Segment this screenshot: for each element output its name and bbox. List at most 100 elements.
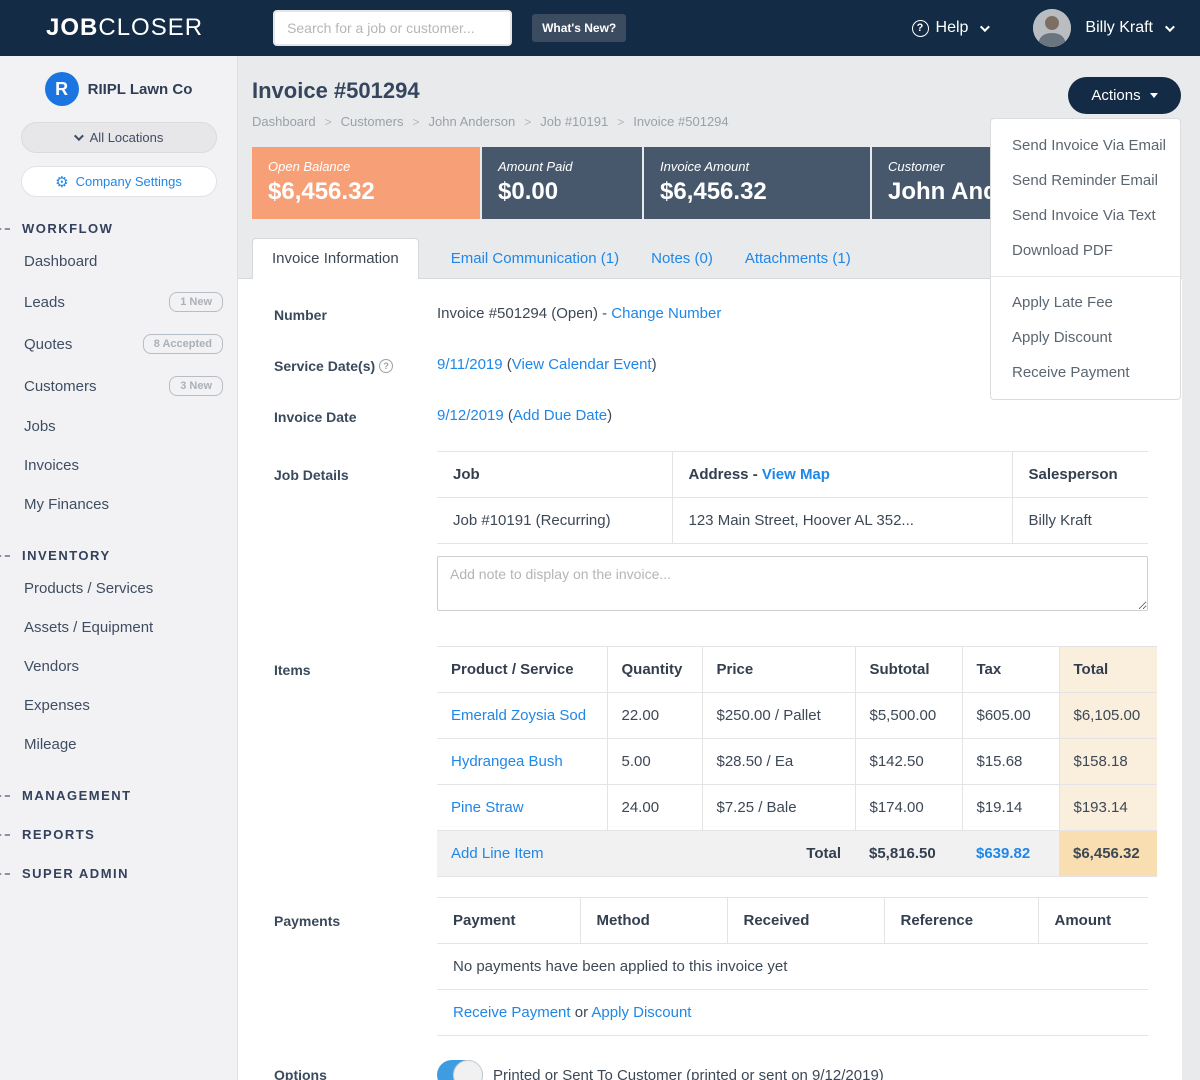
payments-section: Payments Payment Method Received Referen… xyxy=(274,897,1182,1036)
table-row: No payments have been applied to this in… xyxy=(437,944,1148,990)
breadcrumb-separator: > xyxy=(524,115,531,129)
total-cell: $158.18 xyxy=(1059,739,1157,785)
printed-sent-label: Printed or Sent To Customer (printed or … xyxy=(493,1067,884,1080)
items-section: Items Product / Service Quantity Price S… xyxy=(274,646,1182,877)
job-column-header: Job xyxy=(437,452,672,498)
sidebar-item-label: Quotes xyxy=(24,336,72,353)
breadcrumb-john-anderson[interactable]: John Anderson xyxy=(429,114,516,129)
chevron-down-icon[interactable] xyxy=(1165,22,1175,32)
printed-sent-toggle[interactable] xyxy=(437,1060,483,1080)
search-input[interactable] xyxy=(273,10,512,46)
menu-item-apply-discount[interactable]: Apply Discount xyxy=(991,320,1180,355)
menu-divider xyxy=(991,276,1180,277)
actions-dropdown-menu: Send Invoice Via Email Send Reminder Ema… xyxy=(990,118,1181,400)
company-header: R RIIPL Lawn Co xyxy=(0,72,237,106)
section-label: SUPER ADMIN xyxy=(22,866,129,881)
table-row: Job #10191 (Recurring) 123 Main Street, … xyxy=(437,498,1148,544)
sidebar-item-products-services[interactable]: Products / Services xyxy=(0,569,237,608)
invoice-date-row: Invoice Date 9/12/2019 (Add Due Date) xyxy=(274,407,1182,425)
tax-header: Tax xyxy=(962,647,1059,693)
add-line-item-link[interactable]: Add Line Item xyxy=(451,845,544,862)
payment-header: Payment xyxy=(437,898,580,944)
tab-invoice-information[interactable]: Invoice Information xyxy=(252,238,419,279)
section-label: WORKFLOW xyxy=(22,221,113,236)
sidebar-item-my-finances[interactable]: My Finances xyxy=(0,485,237,524)
sidebar-section-workflow[interactable]: WORKFLOW xyxy=(0,221,237,236)
sidebar-section-management[interactable]: MANAGEMENT xyxy=(0,788,237,803)
breadcrumb-customers[interactable]: Customers xyxy=(341,114,404,129)
breadcrumb-separator: > xyxy=(617,115,624,129)
help-circle-icon[interactable]: ? xyxy=(379,359,393,373)
item-link-hydrangea-bush[interactable]: Hydrangea Bush xyxy=(451,753,563,770)
service-date-link[interactable]: 9/11/2019 xyxy=(437,356,503,373)
menu-item-receive-payment[interactable]: Receive Payment xyxy=(991,355,1180,390)
sidebar-item-leads[interactable]: Leads1 New xyxy=(0,281,237,323)
tax-cell: $605.00 xyxy=(962,693,1059,739)
breadcrumb-job[interactable]: Job #10191 xyxy=(540,114,608,129)
tab-email-communication[interactable]: Email Communication (1) xyxy=(451,250,619,279)
receive-payment-link[interactable]: Receive Payment xyxy=(453,1004,571,1021)
sidebar-item-label: Mileage xyxy=(24,736,77,753)
sidebar: R RIIPL Lawn Co All Locations ⚙ Company … xyxy=(0,56,238,1080)
sidebar-item-assets-equipment[interactable]: Assets / Equipment xyxy=(0,608,237,647)
company-settings-button[interactable]: ⚙ Company Settings xyxy=(21,166,217,197)
help-menu[interactable]: ? Help xyxy=(912,19,988,37)
sidebar-item-label: Assets / Equipment xyxy=(24,619,153,636)
all-locations-dropdown[interactable]: All Locations xyxy=(21,122,217,153)
menu-item-send-invoice-text[interactable]: Send Invoice Via Text xyxy=(991,198,1180,233)
table-row: Receive Payment or Apply Discount xyxy=(437,990,1148,1036)
apply-discount-link[interactable]: Apply Discount xyxy=(591,1004,691,1021)
tab-notes[interactable]: Notes (0) xyxy=(651,250,713,279)
paren: ( xyxy=(504,407,513,424)
sidebar-item-mileage[interactable]: Mileage xyxy=(0,725,237,764)
sidebar-item-invoices[interactable]: Invoices xyxy=(0,446,237,485)
item-link-emerald-zoysia-sod[interactable]: Emerald Zoysia Sod xyxy=(451,707,586,724)
method-header: Method xyxy=(580,898,727,944)
section-label: MANAGEMENT xyxy=(22,788,132,803)
view-map-link[interactable]: View Map xyxy=(762,466,830,483)
actions-button[interactable]: Actions xyxy=(1068,77,1181,114)
salesperson-cell: Billy Kraft xyxy=(1012,498,1148,544)
invoice-note-input[interactable] xyxy=(437,556,1148,611)
breadcrumb-dashboard[interactable]: Dashboard xyxy=(252,114,316,129)
dashes-icon xyxy=(0,834,10,836)
sidebar-section-inventory[interactable]: INVENTORY xyxy=(0,548,237,563)
service-dates-label: Service Date(s) xyxy=(274,358,375,374)
sidebar-item-label: Invoices xyxy=(24,457,79,474)
sidebar-item-dashboard[interactable]: Dashboard xyxy=(0,242,237,281)
options-label: Options xyxy=(274,1060,437,1080)
tab-attachments[interactable]: Attachments (1) xyxy=(745,250,851,279)
change-number-link[interactable]: Change Number xyxy=(611,305,721,322)
toggle-knob xyxy=(453,1060,483,1080)
menu-item-download-pdf[interactable]: Download PDF xyxy=(991,233,1180,268)
whats-new-button[interactable]: What's New? xyxy=(532,14,626,42)
menu-item-send-reminder-email[interactable]: Send Reminder Email xyxy=(991,163,1180,198)
sidebar-section-super-admin[interactable]: SUPER ADMIN xyxy=(0,866,237,881)
menu-item-send-invoice-email[interactable]: Send Invoice Via Email xyxy=(991,128,1180,163)
sidebar-item-vendors[interactable]: Vendors xyxy=(0,647,237,686)
price-header: Price xyxy=(702,647,855,693)
add-due-date-link[interactable]: Add Due Date xyxy=(513,407,607,424)
user-name[interactable]: Billy Kraft xyxy=(1085,19,1153,37)
payments-table: Payment Method Received Reference Amount… xyxy=(437,897,1148,1036)
user-avatar[interactable] xyxy=(1033,9,1071,47)
total-cell: $6,105.00 xyxy=(1059,693,1157,739)
product-service-header: Product / Service xyxy=(437,647,607,693)
item-link-pine-straw[interactable]: Pine Straw xyxy=(451,799,524,816)
sidebar-item-label: My Finances xyxy=(24,496,109,513)
open-balance-card: Open Balance $6,456.32 xyxy=(252,147,480,219)
sidebar-item-jobs[interactable]: Jobs xyxy=(0,407,237,446)
customers-badge: 3 New xyxy=(169,376,223,396)
sidebar-item-expenses[interactable]: Expenses xyxy=(0,686,237,725)
actions-label: Actions xyxy=(1091,87,1140,104)
menu-item-apply-late-fee[interactable]: Apply Late Fee xyxy=(991,285,1180,320)
view-calendar-event-link[interactable]: View Calendar Event xyxy=(512,356,652,373)
sidebar-section-reports[interactable]: REPORTS xyxy=(0,827,237,842)
sidebar-item-customers[interactable]: Customers3 New xyxy=(0,365,237,407)
sidebar-item-quotes[interactable]: Quotes8 Accepted xyxy=(0,323,237,365)
footer-tax-link[interactable]: $639.82 xyxy=(962,831,1059,877)
top-navbar: JOBCLOSER What's New? ? Help Billy Kraft xyxy=(0,0,1200,56)
card-label: Invoice Amount xyxy=(660,159,854,174)
breadcrumb-invoice[interactable]: Invoice #501294 xyxy=(633,114,728,129)
invoice-date-link[interactable]: 9/12/2019 xyxy=(437,407,504,424)
